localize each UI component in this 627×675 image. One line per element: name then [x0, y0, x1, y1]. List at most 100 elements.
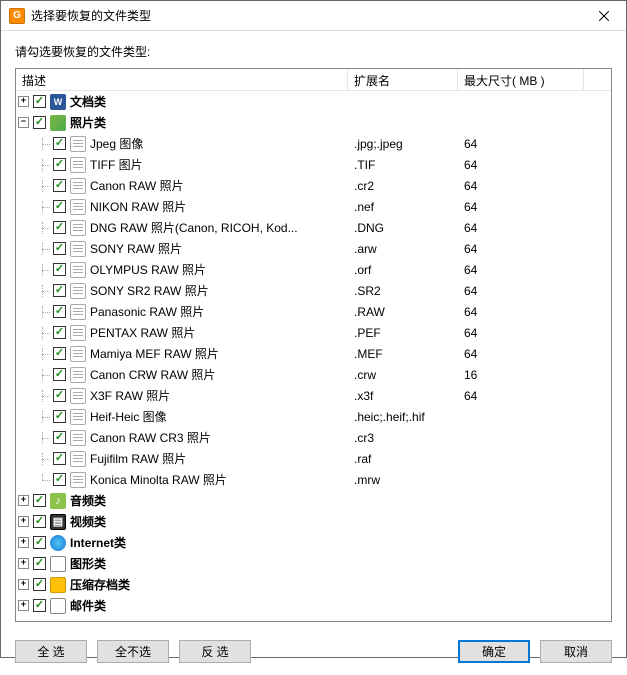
checkbox[interactable]: [33, 515, 46, 528]
size-cell: 64: [458, 242, 584, 256]
size-cell: 16: [458, 368, 584, 382]
category-row-mail[interactable]: +邮件类: [16, 595, 611, 616]
file-type-row[interactable]: Konica Minolta RAW 照片.mrw: [16, 469, 611, 490]
file-type-label: SONY RAW 照片: [90, 240, 182, 257]
checkbox[interactable]: [53, 242, 66, 255]
category-row-photos[interactable]: − 照片类: [16, 112, 611, 133]
file-type-row[interactable]: DNG RAW 照片(Canon, RICOH, Kod....DNG64: [16, 217, 611, 238]
expander-icon[interactable]: +: [18, 600, 29, 611]
checkbox[interactable]: [33, 116, 46, 129]
expander-icon[interactable]: +: [18, 537, 29, 548]
file-type-row[interactable]: Jpeg 图像.jpg;.jpeg64: [16, 133, 611, 154]
column-header-ext[interactable]: 扩展名: [348, 69, 458, 90]
extension-cell: .MEF: [348, 347, 458, 361]
file-icon: [70, 157, 86, 173]
extension-cell: .PEF: [348, 326, 458, 340]
select-none-button[interactable]: 全不选: [97, 640, 169, 663]
checkbox[interactable]: [53, 347, 66, 360]
file-icon: [70, 199, 86, 215]
checkbox[interactable]: [53, 410, 66, 423]
file-type-label: Panasonic RAW 照片: [90, 303, 204, 320]
checkbox[interactable]: [53, 179, 66, 192]
file-type-label: SONY SR2 RAW 照片: [90, 282, 209, 299]
checkbox[interactable]: [33, 95, 46, 108]
photo-icon: [50, 115, 66, 131]
extension-cell: .raf: [348, 452, 458, 466]
expander-icon[interactable]: +: [18, 516, 29, 527]
audio-icon: ♪: [50, 493, 66, 509]
checkbox[interactable]: [53, 137, 66, 150]
checkbox[interactable]: [53, 431, 66, 444]
category-row-internet[interactable]: +Internet类: [16, 532, 611, 553]
grid-body[interactable]: +W文档类 − 照片类 Jpeg 图像.jpg;.jpeg64TIFF 图片.TIF6…: [16, 91, 611, 622]
expander-icon[interactable]: +: [18, 495, 29, 506]
file-icon: [70, 241, 86, 257]
category-row-video[interactable]: +▤视频类: [16, 511, 611, 532]
checkbox[interactable]: [33, 599, 46, 612]
column-header-size[interactable]: 最大尺寸( MB ): [458, 69, 584, 90]
category-label: 照片类: [70, 114, 106, 131]
checkbox[interactable]: [53, 368, 66, 381]
prompt-label: 请勾选要恢复的文件类型:: [15, 43, 612, 60]
file-type-row[interactable]: Heif-Heic 图像.heic;.heif;.hif: [16, 406, 611, 427]
checkbox[interactable]: [33, 578, 46, 591]
expander-icon[interactable]: +: [18, 96, 29, 107]
category-row-audio[interactable]: + ♪音频类: [16, 490, 611, 511]
file-type-row[interactable]: Panasonic RAW 照片.RAW64: [16, 301, 611, 322]
checkbox[interactable]: [33, 536, 46, 549]
file-type-row[interactable]: X3F RAW 照片.x3f64: [16, 385, 611, 406]
checkbox[interactable]: [53, 200, 66, 213]
file-type-row[interactable]: OLYMPUS RAW 照片 .orf64: [16, 259, 611, 280]
file-type-label: Fujifilm RAW 照片: [90, 450, 186, 467]
expander-icon[interactable]: +: [18, 579, 29, 590]
file-type-row[interactable]: NIKON RAW 照片.nef64: [16, 196, 611, 217]
file-type-row[interactable]: Canon CRW RAW 照片.crw16: [16, 364, 611, 385]
column-header-desc[interactable]: 描述: [16, 69, 348, 90]
file-type-label: OLYMPUS RAW 照片: [90, 261, 206, 278]
select-all-button[interactable]: 全 选: [15, 640, 87, 663]
shape-icon: [50, 556, 66, 572]
cancel-button[interactable]: 取消: [540, 640, 612, 663]
file-icon: [70, 430, 86, 446]
size-cell: 64: [458, 305, 584, 319]
category-row-shapes[interactable]: +图形类: [16, 553, 611, 574]
file-type-row[interactable]: Canon RAW 照片.cr264: [16, 175, 611, 196]
checkbox[interactable]: [53, 389, 66, 402]
file-type-row[interactable]: Canon RAW CR3 照片.cr3: [16, 427, 611, 448]
checkbox[interactable]: [53, 158, 66, 171]
category-row-docs[interactable]: +W文档类: [16, 91, 611, 112]
checkbox[interactable]: [53, 221, 66, 234]
file-type-row[interactable]: Fujifilm RAW 照片 .raf: [16, 448, 611, 469]
checkbox[interactable]: [53, 326, 66, 339]
checkbox[interactable]: [53, 473, 66, 486]
extension-cell: .x3f: [348, 389, 458, 403]
file-type-label: NIKON RAW 照片: [90, 198, 186, 215]
checkbox[interactable]: [53, 305, 66, 318]
file-type-row[interactable]: SONY RAW 照片.arw64: [16, 238, 611, 259]
extension-cell: .cr2: [348, 179, 458, 193]
category-label: 压缩存档类: [70, 576, 130, 593]
checkbox[interactable]: [53, 263, 66, 276]
checkbox[interactable]: [53, 452, 66, 465]
size-cell: 64: [458, 326, 584, 340]
category-row-archive[interactable]: + 压缩存档类: [16, 574, 611, 595]
invert-selection-button[interactable]: 反 选: [179, 640, 251, 663]
expander-icon[interactable]: +: [18, 558, 29, 569]
checkbox[interactable]: [33, 557, 46, 570]
file-type-label: Heif-Heic 图像: [90, 408, 167, 425]
close-button[interactable]: [581, 1, 626, 31]
checkbox[interactable]: [33, 494, 46, 507]
extension-cell: .crw: [348, 368, 458, 382]
file-type-row[interactable]: TIFF 图片.TIF64: [16, 154, 611, 175]
file-type-row[interactable]: Mamiya MEF RAW 照片.MEF64: [16, 343, 611, 364]
checkbox[interactable]: [53, 284, 66, 297]
expander-icon[interactable]: −: [18, 117, 29, 128]
extension-cell: .orf: [348, 263, 458, 277]
file-icon: [70, 346, 86, 362]
ok-button[interactable]: 确定: [458, 640, 530, 663]
file-type-row[interactable]: SONY SR2 RAW 照片.SR264: [16, 280, 611, 301]
file-type-label: Canon RAW 照片: [90, 177, 184, 194]
file-type-row[interactable]: PENTAX RAW 照片.PEF64: [16, 322, 611, 343]
category-label: 音频类: [70, 492, 106, 509]
size-cell: 64: [458, 263, 584, 277]
